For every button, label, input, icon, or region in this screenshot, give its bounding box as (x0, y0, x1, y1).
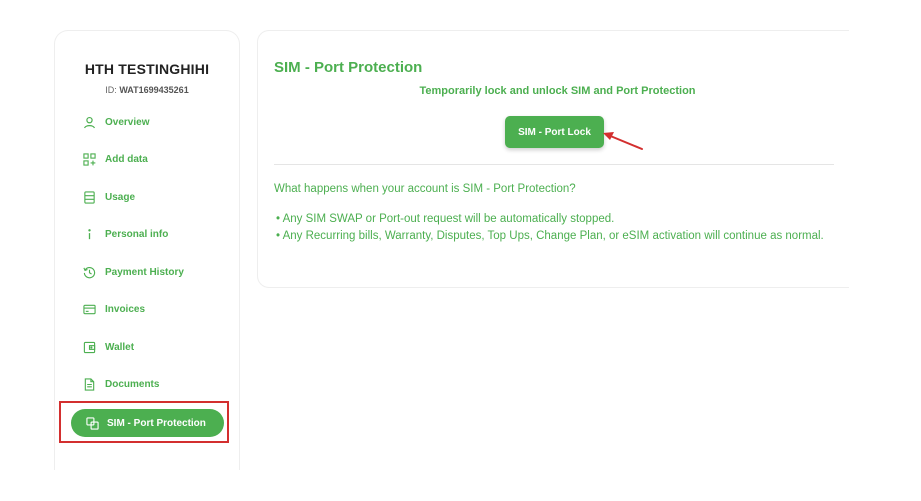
wallet-icon (83, 341, 96, 354)
sidebar-item-personal-info[interactable]: Personal info (83, 221, 168, 247)
document-lines-icon (83, 190, 96, 204)
sim-port-protection-panel: SIM - Port Protection Temporarily lock a… (257, 30, 849, 288)
account-id: ID: WAT1699435261 (55, 85, 239, 95)
sim-port-lock-button[interactable]: SIM - Port Lock (505, 116, 604, 148)
user-icon (83, 116, 96, 129)
sidebar-item-label: Documents (105, 378, 160, 390)
sidebar-item-documents[interactable]: Documents (83, 371, 159, 397)
card-icon (83, 303, 96, 316)
panel-subtitle: Temporarily lock and unlock SIM and Port… (419, 85, 696, 97)
panel-title: SIM - Port Protection (274, 59, 423, 76)
file-icon (83, 377, 96, 391)
sidebar-item-label: Usage (105, 191, 136, 203)
history-clock-icon (83, 266, 96, 279)
account-name: HTH TESTINGHIHI (84, 61, 210, 77)
sidebar-item-label: SIM - Port Protection (107, 417, 206, 429)
account-id-label: ID: (105, 85, 117, 95)
info-icon (83, 228, 96, 241)
sidebar-item-payment-history[interactable]: Payment History (83, 259, 184, 285)
copy-squares-icon (86, 416, 99, 430)
sidebar-item-label: Payment History (105, 266, 184, 278)
sidebar-item-label: Invoices (105, 303, 146, 315)
account-sidebar: HTH TESTINGHIHI ID: WAT1699435261 Overvi… (54, 30, 240, 470)
faq-question: What happens when your account is SIM - … (274, 183, 576, 195)
sidebar-item-label: Wallet (105, 341, 135, 353)
list-item: Any SIM SWAP or Port-out request will be… (276, 211, 826, 228)
faq-bullet-list: Any SIM SWAP or Port-out request will be… (276, 211, 826, 245)
sidebar-item-usage[interactable]: Usage (83, 184, 135, 210)
sidebar-item-add-data[interactable]: Add data (83, 146, 148, 172)
sidebar-item-invoices[interactable]: Invoices (83, 296, 145, 322)
sidebar-item-label: Overview (105, 116, 150, 128)
sidebar-item-overview[interactable]: Overview (83, 109, 149, 135)
sidebar-item-wallet[interactable]: Wallet (83, 334, 134, 360)
sidebar-item-label: Add data (105, 153, 148, 165)
arrow-annotation-icon (603, 132, 643, 150)
list-item: Any Recurring bills, Warranty, Disputes,… (276, 228, 826, 245)
account-id-value: WAT1699435261 (119, 85, 189, 95)
sidebar-item-label: Personal info (105, 228, 169, 240)
grid-plus-icon (83, 152, 96, 166)
divider (274, 164, 834, 165)
sidebar-item-sim-port-protection[interactable]: SIM - Port Protection (71, 409, 224, 437)
